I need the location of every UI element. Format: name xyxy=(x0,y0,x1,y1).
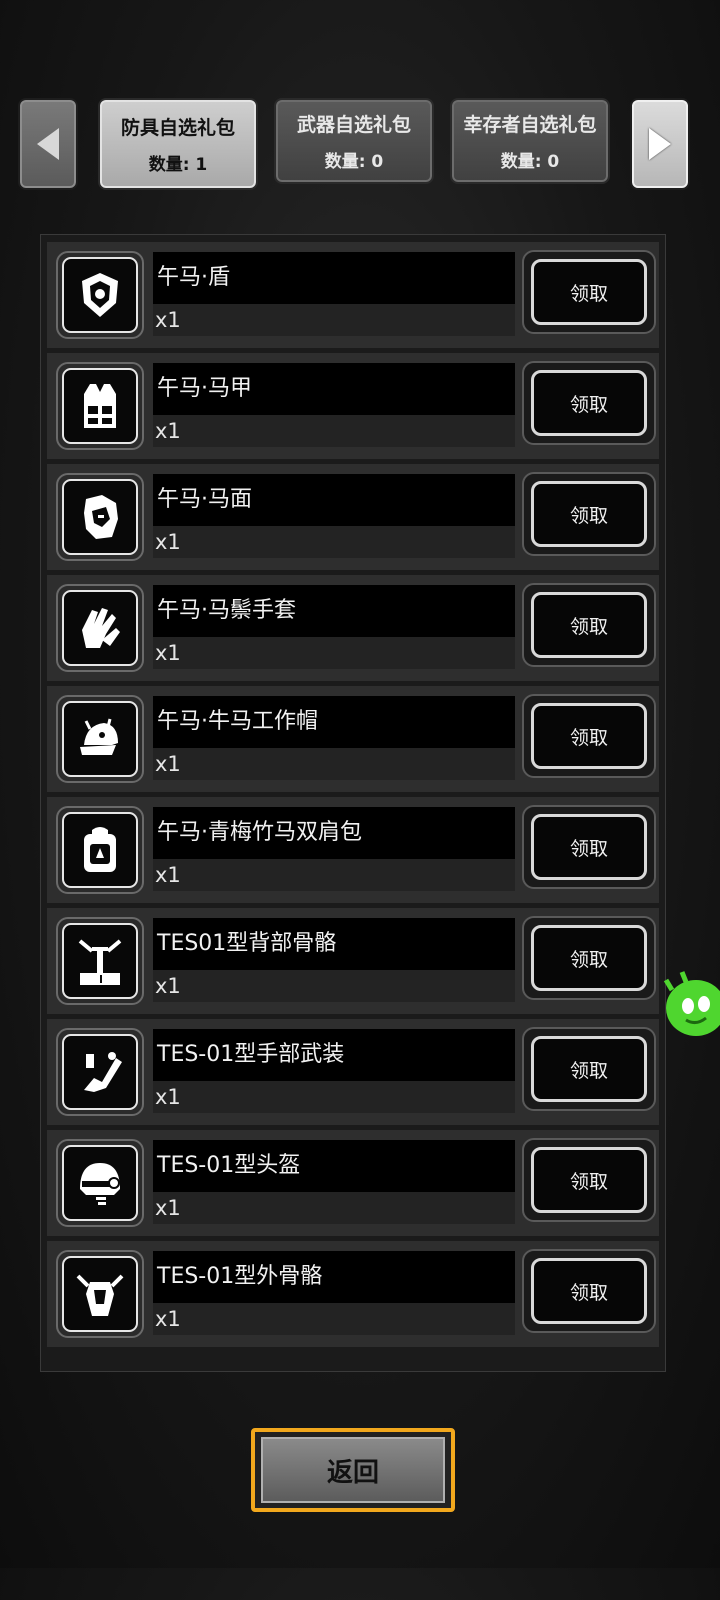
gloves-icon xyxy=(82,608,120,648)
prev-tab-button[interactable] xyxy=(18,98,78,190)
arrow-left-icon xyxy=(37,128,59,160)
claim-button-label: 领取 xyxy=(531,592,647,658)
item-quantity: x1 xyxy=(153,859,515,891)
shield-icon xyxy=(82,273,118,317)
next-tab-button[interactable] xyxy=(630,98,690,190)
claim-button[interactable]: 领取 xyxy=(522,361,656,445)
list-item: 午马·马面 x1 领取 xyxy=(47,464,659,570)
claim-button-label: 领取 xyxy=(531,259,647,325)
arm-weapon-icon xyxy=(84,1052,122,1092)
list-item: TES-01型外骨骼 x1 领取 xyxy=(47,1241,659,1347)
vest-icon xyxy=(84,384,116,428)
list-item: 午马·青梅竹马双肩包 x1 领取 xyxy=(47,797,659,903)
back-button-label: 返回 xyxy=(261,1437,445,1503)
item-name: 午马·马面 xyxy=(153,474,515,526)
list-item: TES-01型手部武装 x1 领取 xyxy=(47,1019,659,1125)
item-quantity: x1 xyxy=(153,637,515,669)
tab-armor-pack[interactable]: 防具自选礼包 数量: 1 xyxy=(98,98,258,190)
claim-button-label: 领取 xyxy=(531,1036,647,1102)
claim-button[interactable]: 领取 xyxy=(522,694,656,778)
item-icon-frame xyxy=(56,917,144,1005)
list-item: 午马·马鬃手套 x1 领取 xyxy=(47,575,659,681)
back-button[interactable]: 返回 xyxy=(251,1428,455,1512)
item-icon-frame xyxy=(56,362,144,450)
item-list: 午马·盾 x1 领取 午马·马甲 x1 领取 午马·马面 x1 领取 午马·马鬃… xyxy=(40,234,666,1372)
item-name: 午马·盾 xyxy=(153,252,515,304)
item-quantity: x1 xyxy=(153,970,515,1002)
claim-button[interactable]: 领取 xyxy=(522,916,656,1000)
tab-count: 数量: 0 xyxy=(500,152,560,172)
claim-button[interactable]: 领取 xyxy=(522,805,656,889)
item-quantity: x1 xyxy=(153,748,515,780)
item-icon-frame xyxy=(56,1028,144,1116)
claim-button-label: 领取 xyxy=(531,370,647,436)
claim-button-label: 领取 xyxy=(531,814,647,880)
item-name: TES-01型手部武装 xyxy=(153,1029,515,1081)
item-quantity: x1 xyxy=(153,1081,515,1113)
item-icon-frame xyxy=(56,695,144,783)
back-exoskeleton-icon xyxy=(78,939,122,985)
tab-survivor-pack[interactable]: 幸存者自选礼包 数量: 0 xyxy=(450,98,610,184)
list-item: TES-01型头盔 x1 领取 xyxy=(47,1130,659,1236)
item-name: TES-01型头盔 xyxy=(153,1140,515,1192)
claim-button[interactable]: 领取 xyxy=(522,583,656,667)
item-name: 午马·青梅竹马双肩包 xyxy=(153,807,515,859)
item-name: 午马·马鬃手套 xyxy=(153,585,515,637)
helmet-icon xyxy=(80,1163,120,1205)
tab-title: 防具自选礼包 xyxy=(120,117,235,139)
item-icon-frame xyxy=(56,473,144,561)
item-icon-frame xyxy=(56,1250,144,1338)
claim-button[interactable]: 领取 xyxy=(522,1138,656,1222)
tab-count: 数量: 0 xyxy=(324,152,384,172)
work-cap-icon xyxy=(80,718,118,755)
exoskeleton-icon xyxy=(76,1274,124,1316)
horse-mask-icon xyxy=(84,495,118,539)
item-name: 午马·牛马工作帽 xyxy=(153,696,515,748)
item-name: 午马·马甲 xyxy=(153,363,515,415)
list-item: TES01型背部骨骼 x1 领取 xyxy=(47,908,659,1014)
item-icon-frame xyxy=(56,584,144,672)
claim-button[interactable]: 领取 xyxy=(522,1249,656,1333)
claim-button-label: 领取 xyxy=(531,481,647,547)
claim-button-label: 领取 xyxy=(531,1258,647,1324)
tab-weapon-pack[interactable]: 武器自选礼包 数量: 0 xyxy=(274,98,434,184)
item-quantity: x1 xyxy=(153,304,515,336)
claim-button-label: 领取 xyxy=(531,703,647,769)
claim-button-label: 领取 xyxy=(531,1147,647,1213)
item-icon-frame xyxy=(56,806,144,894)
tab-title: 幸存者自选礼包 xyxy=(463,114,597,136)
item-icon-frame xyxy=(56,1139,144,1227)
gift-pack-tabs: 防具自选礼包 数量: 1 武器自选礼包 数量: 0 幸存者自选礼包 数量: 0 xyxy=(0,96,706,192)
item-quantity: x1 xyxy=(153,526,515,558)
claim-button[interactable]: 领取 xyxy=(522,1027,656,1111)
item-quantity: x1 xyxy=(153,1192,515,1224)
item-name: TES01型背部骨骼 xyxy=(153,918,515,970)
claim-button[interactable]: 领取 xyxy=(522,250,656,334)
floating-mascot-icon[interactable] xyxy=(662,968,720,1040)
item-quantity: x1 xyxy=(153,1303,515,1335)
claim-button-label: 领取 xyxy=(531,925,647,991)
arrow-right-icon xyxy=(649,128,671,160)
item-icon-frame xyxy=(56,251,144,339)
backpack-icon xyxy=(84,827,116,872)
item-name: TES-01型外骨骼 xyxy=(153,1251,515,1303)
list-item: 午马·马甲 x1 领取 xyxy=(47,353,659,459)
list-item: 午马·盾 x1 领取 xyxy=(47,242,659,348)
tab-count: 数量: 1 xyxy=(148,155,208,175)
item-quantity: x1 xyxy=(153,415,515,447)
list-item: 午马·牛马工作帽 x1 领取 xyxy=(47,686,659,792)
tab-title: 武器自选礼包 xyxy=(296,114,411,136)
claim-button[interactable]: 领取 xyxy=(522,472,656,556)
